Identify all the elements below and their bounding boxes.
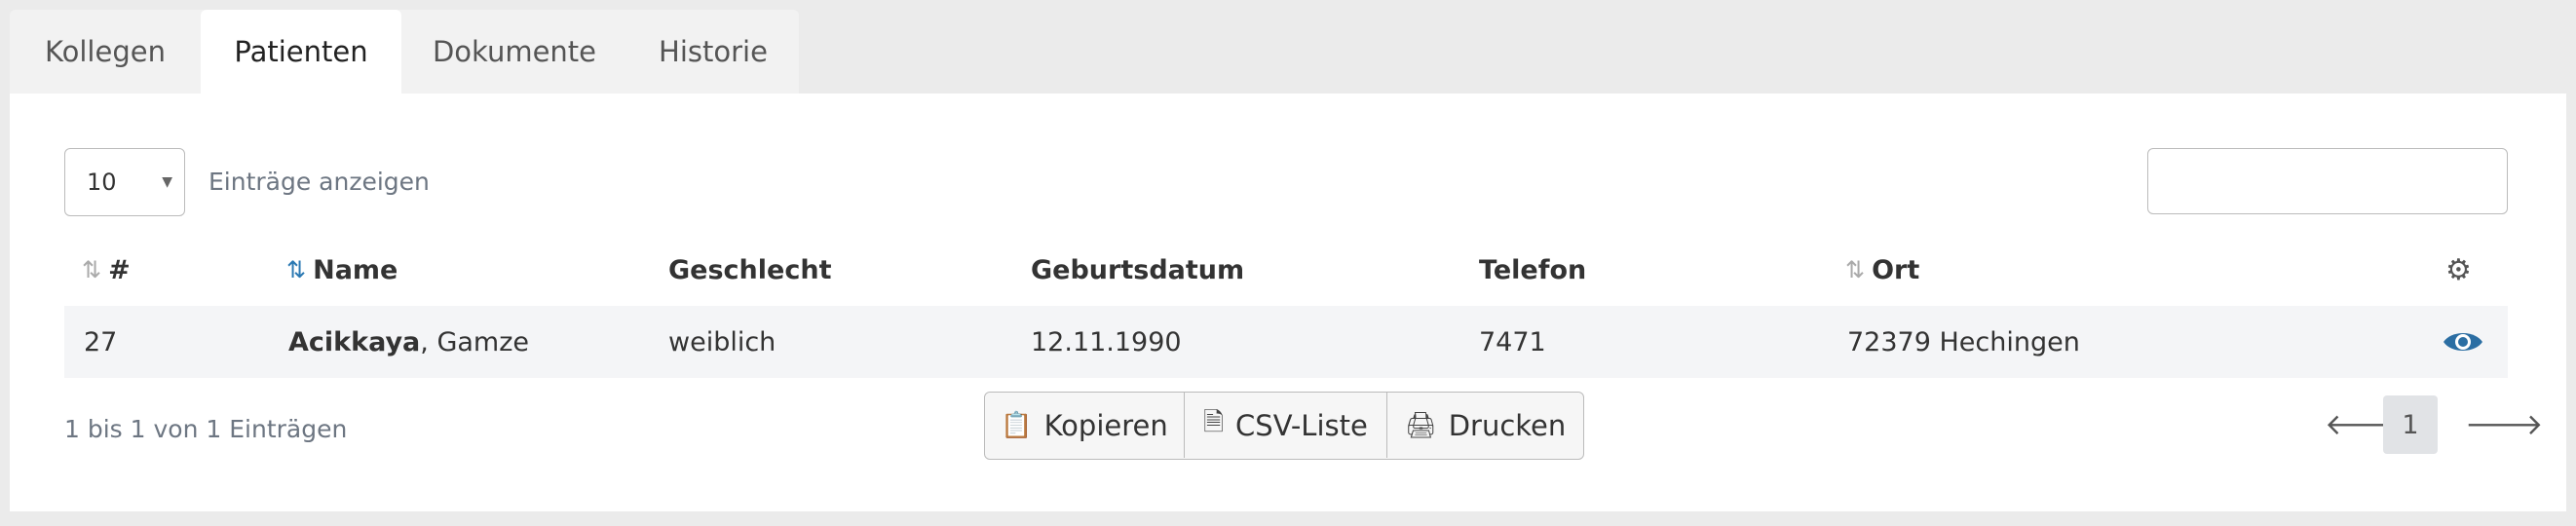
table-header: ⇅ # ⇅ Name Geschlecht Geburtsdatum Telef… bbox=[64, 238, 2508, 302]
sort-icon: ⇅ bbox=[82, 256, 101, 283]
column-label: Telefon bbox=[1479, 254, 1587, 285]
last-name: Acikkaya bbox=[288, 326, 421, 357]
copy-label: Kopieren bbox=[1043, 408, 1168, 442]
tab-historie[interactable]: Historie bbox=[627, 10, 799, 94]
tab-patienten[interactable]: Patienten bbox=[201, 10, 401, 94]
pagination-page-1[interactable]: 1 bbox=[2383, 395, 2438, 454]
tab-dokumente[interactable]: Dokumente bbox=[401, 10, 627, 94]
copy-button[interactable]: 📋 Kopieren bbox=[985, 393, 1184, 458]
cell-telefon: 7471 bbox=[1479, 326, 1546, 357]
column-label: Ort bbox=[1872, 254, 1920, 285]
chevron-down-icon: ▼ bbox=[162, 174, 172, 190]
table-row[interactable]: 27 Acikkaya, Gamze weiblich 12.11.1990 7… bbox=[64, 306, 2508, 378]
column-header-geburtsdatum: Geburtsdatum bbox=[1031, 238, 1244, 302]
column-label: # bbox=[108, 254, 131, 285]
print-label: Drucken bbox=[1448, 408, 1567, 442]
tab-kollegen[interactable]: Kollegen bbox=[10, 10, 201, 94]
first-name: , Gamze bbox=[420, 326, 529, 357]
gear-icon: ⚙ bbox=[2445, 252, 2472, 287]
column-header-name[interactable]: ⇅ Name bbox=[286, 238, 398, 302]
entries-per-page-value: 10 bbox=[87, 169, 117, 196]
eye-icon bbox=[2443, 333, 2482, 351]
patients-panel: 10 ▼ Einträge anzeigen ⇅ # ⇅ Name Geschl… bbox=[10, 94, 2566, 511]
column-header-id[interactable]: ⇅ # bbox=[82, 238, 131, 302]
printer-icon: 🖨 bbox=[1404, 410, 1437, 440]
cell-id: 27 bbox=[84, 326, 118, 357]
tab-bar: Kollegen Patienten Dokumente Historie bbox=[10, 10, 799, 94]
clipboard-icon: 📋 bbox=[1001, 410, 1033, 440]
export-button-group: 📋 Kopieren 🗎 CSV-Liste 🖨 Drucken bbox=[984, 392, 1584, 460]
search-input[interactable] bbox=[2147, 148, 2508, 214]
cell-geburtsdatum: 12.11.1990 bbox=[1031, 326, 1182, 357]
file-csv-icon: 🗎 bbox=[1203, 407, 1225, 437]
cell-ort: 72379 Hechingen bbox=[1847, 326, 2080, 357]
column-label: Name bbox=[313, 254, 398, 285]
csv-label: CSV-Liste bbox=[1235, 408, 1368, 442]
sort-icon: ⇅ bbox=[1845, 256, 1865, 283]
view-button[interactable] bbox=[2442, 306, 2484, 378]
entries-per-page-select[interactable]: 10 ▼ bbox=[64, 148, 185, 216]
column-header-ort[interactable]: ⇅ Ort bbox=[1845, 238, 1919, 302]
column-label: Geschlecht bbox=[668, 254, 832, 285]
print-button[interactable]: 🖨 Drucken bbox=[1386, 393, 1583, 458]
pagination-next-button[interactable]: 🡒 bbox=[2465, 395, 2543, 454]
column-settings-button[interactable]: ⚙ bbox=[2445, 238, 2472, 302]
cell-name: Acikkaya, Gamze bbox=[288, 306, 529, 378]
csv-button[interactable]: 🗎 CSV-Liste bbox=[1184, 393, 1386, 458]
sort-asc-icon: ⇅ bbox=[286, 256, 306, 283]
column-header-geschlecht: Geschlecht bbox=[668, 238, 831, 302]
column-header-telefon: Telefon bbox=[1479, 238, 1586, 302]
column-label: Geburtsdatum bbox=[1031, 254, 1245, 285]
entries-per-page-label: Einträge anzeigen bbox=[208, 168, 430, 196]
table-info: 1 bis 1 von 1 Einträgen bbox=[64, 415, 348, 443]
cell-geschlecht: weiblich bbox=[668, 326, 777, 357]
